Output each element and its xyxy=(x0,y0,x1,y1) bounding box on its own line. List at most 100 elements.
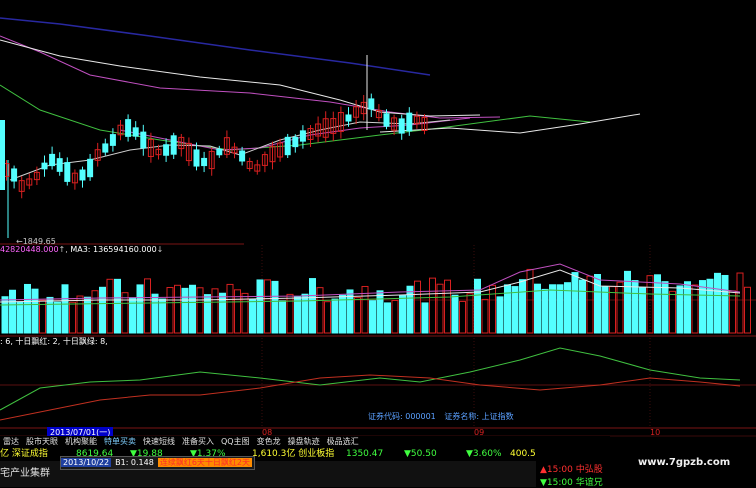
candle xyxy=(0,120,5,190)
volume-bar xyxy=(99,286,106,334)
candle xyxy=(239,150,246,162)
indicator-lines xyxy=(0,347,741,421)
security-info: 证券代码: 000001 证券名称: 上证指数 xyxy=(368,413,520,421)
alert-date: 2013/10/22 xyxy=(61,458,112,467)
candle xyxy=(398,118,405,134)
indicator-tabs: 雷达 股市天眼 机构聚能 特单买卖 快速短线 准备买入 QQ主图 变色龙 操盘轨迹 极品选汇 xyxy=(0,436,610,448)
chinext-change: ▼50.50 xyxy=(404,449,437,459)
volume-bar xyxy=(16,301,24,334)
volume-bar xyxy=(594,274,601,334)
tab-item[interactable]: 机构聚能 xyxy=(62,436,101,448)
volume-bar xyxy=(61,284,69,334)
volume-bar xyxy=(39,299,46,334)
volume-bar xyxy=(31,288,39,334)
tab-item[interactable]: QQ主图 xyxy=(218,436,254,448)
volume-bar xyxy=(684,281,691,334)
volume-bar xyxy=(271,280,279,334)
volume-bar xyxy=(421,302,429,334)
signal-alert[interactable]: 2013/10/22 B1: 0.148 连续飘红6天十日飘红2天 xyxy=(60,456,256,470)
candle xyxy=(109,134,116,146)
volume-bar xyxy=(301,293,309,334)
volume-bar xyxy=(166,287,174,334)
volume-bar xyxy=(256,279,264,334)
volume-bar xyxy=(511,286,519,334)
szse-amount: 1,610.3亿 创业板指 xyxy=(252,449,335,459)
volume-bar xyxy=(451,294,459,334)
volume-bar xyxy=(459,300,466,334)
volume-bar xyxy=(714,272,721,334)
volume-bar xyxy=(189,284,196,334)
volume-bar xyxy=(609,286,616,334)
volume-bar xyxy=(309,278,316,334)
alert-signal: 连续飘红6天十日飘红2天 xyxy=(157,458,253,467)
volume-bar xyxy=(54,301,61,334)
volume-bar xyxy=(339,294,346,334)
volume-bar xyxy=(331,298,339,334)
volume-bar xyxy=(654,274,661,334)
volume-bar xyxy=(556,284,564,334)
indicator-info: : 6, 十日飘红: 2, 十日飘绿: 8, xyxy=(0,337,108,346)
volume-bar xyxy=(106,278,114,334)
volume-ma3: MA3: 136594160.000 xyxy=(70,245,157,254)
volume-bar xyxy=(294,296,301,334)
realtime-alert-panel[interactable]: ▲15:00 中弘股 ▼15:00 华谊兄 xyxy=(536,448,610,488)
ma-line xyxy=(0,39,481,117)
volume-bar xyxy=(481,298,489,334)
volume-value: 42820448.000 xyxy=(0,245,59,254)
volume-bar xyxy=(631,280,639,334)
alert-line-2: ▼15:00 华谊兄 xyxy=(540,478,603,488)
volume-bar xyxy=(211,288,219,334)
candle xyxy=(56,158,63,172)
tab-item[interactable]: 快速短线 xyxy=(140,436,179,448)
volume-bar xyxy=(174,284,181,334)
volume-bar xyxy=(586,275,594,334)
volume-bar xyxy=(541,288,549,334)
candle xyxy=(11,168,18,182)
volume-bar xyxy=(736,272,744,334)
candle xyxy=(368,98,375,110)
volume-bar xyxy=(624,270,631,334)
volume-bar xyxy=(121,292,129,334)
volume-bar xyxy=(376,290,384,334)
candle xyxy=(383,113,390,127)
volume-bar xyxy=(279,300,286,334)
volume-bar xyxy=(196,287,204,334)
volume-bar xyxy=(571,272,579,334)
volume-bar xyxy=(744,286,751,334)
tab-item[interactable]: 极品选汇 xyxy=(324,436,363,448)
candlestick-series xyxy=(0,55,428,199)
tab-item[interactable]: 雷达 xyxy=(0,436,23,448)
volume-bar xyxy=(676,285,684,334)
volume-bar xyxy=(414,280,421,334)
volume-bar xyxy=(114,278,121,334)
volume-bar xyxy=(84,296,91,334)
volume-bar xyxy=(699,280,706,334)
tab-item[interactable]: 股市天眼 xyxy=(23,436,62,448)
candle xyxy=(41,162,48,170)
candle xyxy=(140,131,147,149)
volume-bar xyxy=(429,277,436,334)
volume-bar xyxy=(691,284,699,334)
volume-bar xyxy=(496,296,504,334)
month-label: 10 xyxy=(650,428,661,437)
volume-bar xyxy=(384,302,391,334)
candle xyxy=(284,136,291,156)
volume-bar xyxy=(601,286,609,334)
candle xyxy=(345,114,352,122)
volume-bar xyxy=(661,281,669,334)
candle xyxy=(64,162,71,182)
volume-bar xyxy=(399,294,406,334)
tab-item[interactable]: 准备买入 xyxy=(179,436,218,448)
candle xyxy=(406,112,413,132)
volume-bar xyxy=(24,283,31,334)
ma-line xyxy=(0,17,431,76)
candle xyxy=(299,130,306,142)
volume-bar xyxy=(324,301,331,334)
volume-bar xyxy=(669,290,676,334)
candle xyxy=(132,127,139,137)
tab-item[interactable]: 操盘轨迹 xyxy=(285,436,324,448)
tab-item[interactable]: 变色龙 xyxy=(254,436,285,448)
volume-bar xyxy=(474,278,481,334)
tab-item[interactable]: 特单买卖 xyxy=(101,436,140,448)
candle xyxy=(125,119,132,137)
